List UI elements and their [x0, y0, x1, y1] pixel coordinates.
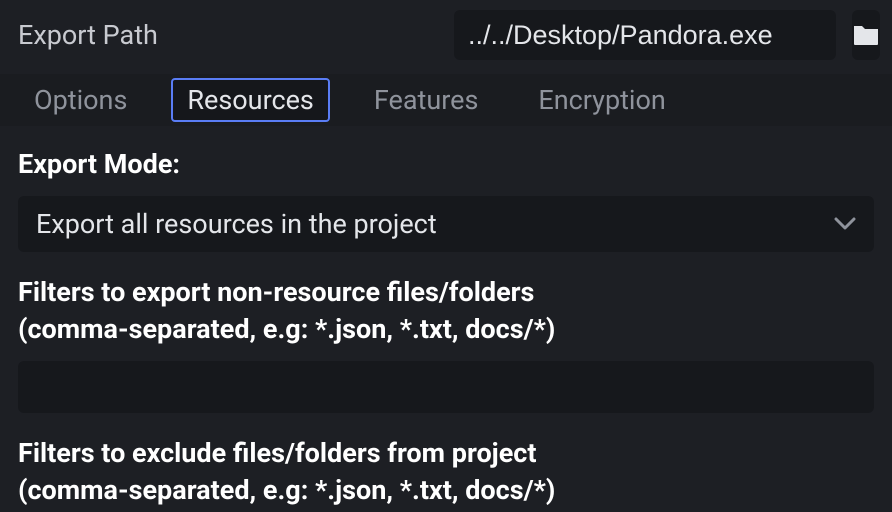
tab-encryption[interactable]: Encryption	[522, 78, 681, 122]
tab-resources[interactable]: Resources	[171, 78, 329, 122]
filters-exclude-label: Filters to exclude files/folders from pr…	[18, 435, 874, 508]
export-mode-value: Export all resources in the project	[36, 208, 437, 240]
filters-exclude-label-line1: Filters to exclude files/folders from pr…	[18, 437, 537, 469]
filters-include-input[interactable]	[18, 361, 874, 413]
filters-exclude-label-line2: (comma-separated, e.g: *.json, *.txt, do…	[18, 474, 555, 506]
export-path-input[interactable]	[454, 10, 836, 60]
tab-bar: Options Resources Features Encryption	[0, 74, 892, 126]
content-panel: Export Mode: Export all resources in the…	[0, 126, 892, 512]
export-mode-label: Export Mode:	[18, 146, 874, 182]
browse-button[interactable]	[852, 10, 880, 60]
export-path-row: Export Path	[0, 0, 892, 74]
filters-include-label-line1: Filters to export non-resource files/fol…	[18, 276, 534, 308]
filters-include-label-line2: (comma-separated, e.g: *.json, *.txt, do…	[18, 313, 555, 345]
folder-icon	[852, 23, 880, 47]
tab-features[interactable]: Features	[358, 78, 495, 122]
export-path-label: Export Path	[18, 19, 438, 51]
filters-include-label: Filters to export non-resource files/fol…	[18, 274, 874, 347]
chevron-down-icon	[834, 217, 856, 231]
tab-options[interactable]: Options	[18, 78, 143, 122]
export-mode-dropdown[interactable]: Export all resources in the project	[18, 196, 874, 252]
